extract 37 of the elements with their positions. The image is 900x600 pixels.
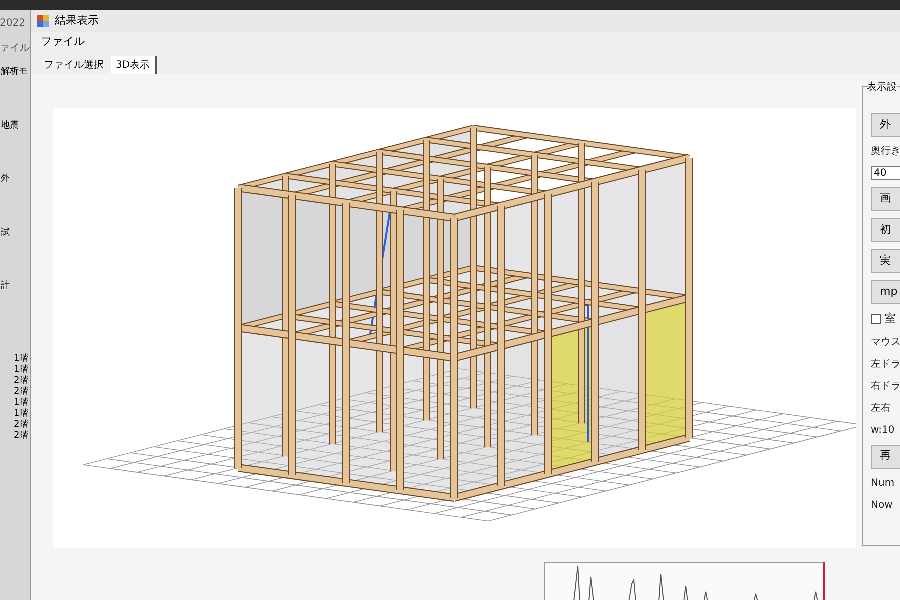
settings-label: 左右	[871, 402, 892, 416]
settings-button[interactable]: 再	[871, 444, 900, 468]
form-label: 地震	[0, 120, 20, 132]
settings-label: 奥行き	[871, 145, 900, 159]
menu-item[interactable]: ファイル	[41, 34, 85, 50]
settings-label: 右ドラ	[871, 380, 900, 394]
settings-button[interactable]: 外	[871, 113, 900, 137]
list-row: 2階	[14, 420, 30, 430]
tab[interactable]: 3D表示	[111, 56, 158, 74]
settings-label: Now	[871, 498, 894, 512]
list-row: 1階	[14, 408, 30, 420]
settings-label: w:10	[871, 424, 896, 438]
depth-input[interactable]: 40	[871, 166, 900, 180]
checkbox-label: 室	[885, 311, 896, 327]
tab[interactable]: ファイル選択	[39, 56, 109, 74]
settings-label: マウス	[871, 336, 900, 350]
settings-button[interactable]: mp	[871, 280, 900, 304]
window-title: 結果表示	[55, 12, 99, 29]
list-row: 1階	[14, 398, 30, 408]
form-label: 解析モ	[0, 66, 29, 79]
menu-item[interactable]: ァイル	[0, 41, 30, 56]
list-row: 1階	[14, 364, 30, 376]
window-title: 2022	[0, 17, 26, 31]
list-row: 1階	[14, 354, 30, 364]
settings-label: Num	[871, 476, 896, 490]
list-row: 2階	[14, 430, 30, 442]
form-label: 計	[0, 280, 11, 293]
list-row: 2階	[14, 386, 30, 398]
settings-button[interactable]: 初	[871, 218, 900, 242]
settings-label: 左ドラ	[871, 358, 900, 372]
list-row: 2階	[14, 376, 30, 386]
form-label: 試	[0, 226, 11, 240]
settings-button[interactable]: 画	[871, 187, 900, 211]
settings-button[interactable]: 実	[871, 249, 900, 273]
app-icon	[37, 15, 49, 27]
checkbox[interactable]	[871, 314, 881, 324]
form-label: 外	[0, 173, 11, 186]
